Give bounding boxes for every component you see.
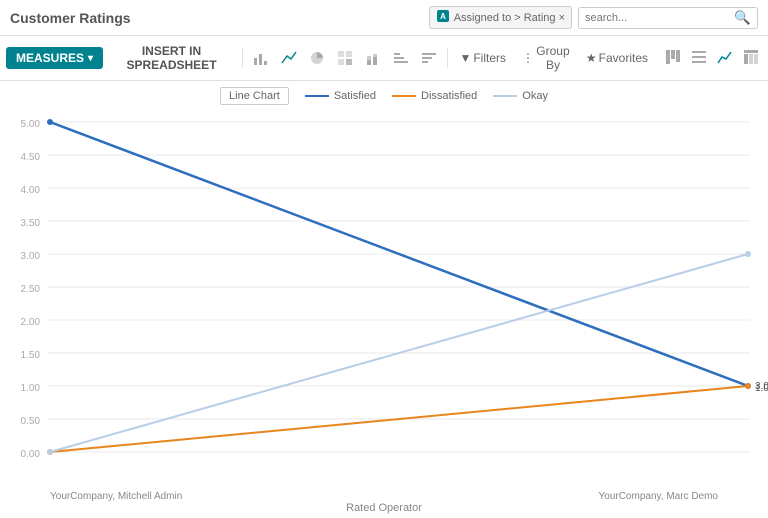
dissatisfied-point-right <box>745 383 751 389</box>
grid-lines <box>47 122 750 452</box>
search-button[interactable]: 🔍 <box>734 10 751 26</box>
legend-item-okay: Okay <box>493 90 548 102</box>
toolbar: MEASURES ▾ INSERT IN SPREADSHEET ▼ Filte… <box>0 36 768 81</box>
insert-spreadsheet-button[interactable]: INSERT IN SPREADSHEET <box>107 40 236 76</box>
legend-satisfied-color <box>305 95 329 97</box>
header-controls: A Assigned to > Rating × 🔍 <box>429 6 758 29</box>
right-label-satisfied: 1.00 <box>755 383 768 394</box>
pie-chart-icon-button[interactable] <box>305 47 329 69</box>
view-icons <box>662 46 762 71</box>
bar-chart-icon-button[interactable] <box>249 47 273 69</box>
filter-tag-text: Assigned to > Rating × <box>454 12 565 24</box>
groupby-button[interactable]: ⋮ Group By <box>516 41 576 75</box>
graph-view-icon-button[interactable] <box>714 46 736 71</box>
filter-tag[interactable]: A Assigned to > Rating × <box>429 6 572 29</box>
toolbar-separator-1 <box>242 48 243 68</box>
legend-dissatisfied-text: Dissatisfied <box>421 90 477 102</box>
favorites-label: Favorites <box>599 51 648 65</box>
svg-text:0.50: 0.50 <box>21 416 41 427</box>
groupby-icon: ⋮ <box>522 51 534 65</box>
chart-area: 5.00 4.50 4.00 3.50 3.00 2.50 2.00 1.50 … <box>0 109 768 499</box>
page-title: Customer Ratings <box>10 10 131 26</box>
line-chart-svg: 5.00 4.50 4.00 3.50 3.00 2.50 2.00 1.50 … <box>0 109 768 479</box>
measures-arrow-icon: ▾ <box>88 53 93 64</box>
filters-label: Filters <box>473 51 506 65</box>
svg-text:2.00: 2.00 <box>21 317 41 328</box>
x-axis-title: Rated Operator <box>0 502 768 518</box>
svg-text:A: A <box>440 12 446 21</box>
list-view-icon-button[interactable] <box>688 46 710 71</box>
svg-text:2.50: 2.50 <box>21 284 41 295</box>
measures-button[interactable]: MEASURES ▾ <box>6 47 103 69</box>
legend-linechart-label: Line Chart <box>220 87 289 105</box>
filters-button[interactable]: ▼ Filters <box>453 48 512 68</box>
legend-dissatisfied-color <box>392 95 416 97</box>
y-axis: 5.00 4.50 4.00 3.50 3.00 2.50 2.00 1.50 … <box>21 119 41 460</box>
svg-text:1.50: 1.50 <box>21 350 41 361</box>
search-input[interactable] <box>585 12 734 24</box>
svg-text:1.00: 1.00 <box>21 383 41 394</box>
legend-item-linechart: Line Chart <box>220 87 289 105</box>
filter-tag-icon: A <box>436 9 450 26</box>
svg-text:3.00: 3.00 <box>21 251 41 262</box>
svg-text:4.00: 4.00 <box>21 185 41 196</box>
svg-text:4.50: 4.50 <box>21 152 41 163</box>
kanban-view-icon-button[interactable] <box>662 46 684 71</box>
favorites-star-icon: ★ <box>586 51 597 65</box>
okay-point-right <box>745 251 751 257</box>
pivot-icon-button[interactable] <box>333 47 357 69</box>
legend-item-dissatisfied: Dissatisfied <box>392 90 477 102</box>
groupby-label: Group By <box>536 44 570 72</box>
filters-icon: ▼ <box>459 51 471 65</box>
svg-text:0.00: 0.00 <box>21 449 41 460</box>
legend-okay-text: Okay <box>522 90 548 102</box>
favorites-button[interactable]: ★ Favorites <box>580 48 654 68</box>
pivot-view-icon-button[interactable] <box>740 46 762 71</box>
legend-satisfied-text: Satisfied <box>334 90 376 102</box>
sort-asc-icon-button[interactable] <box>389 47 413 69</box>
measures-label: MEASURES <box>16 51 84 65</box>
legend-item-satisfied: Satisfied <box>305 90 376 102</box>
legend-okay-color <box>493 95 517 97</box>
svg-text:5.00: 5.00 <box>21 119 41 130</box>
chart-legend: Line Chart Satisfied Dissatisfied Okay <box>0 81 768 109</box>
line-chart-icon-button[interactable] <box>277 47 301 69</box>
okay-point-left <box>47 449 53 455</box>
search-box[interactable]: 🔍 <box>578 7 758 29</box>
sort-desc-icon-button[interactable] <box>417 47 441 69</box>
toolbar-separator-2 <box>447 48 448 68</box>
stacked-bar-icon-button[interactable] <box>361 47 385 69</box>
svg-text:3.50: 3.50 <box>21 218 41 229</box>
page-header: Customer Ratings A Assigned to > Rating … <box>0 0 768 36</box>
satisfied-point-left <box>47 119 53 125</box>
